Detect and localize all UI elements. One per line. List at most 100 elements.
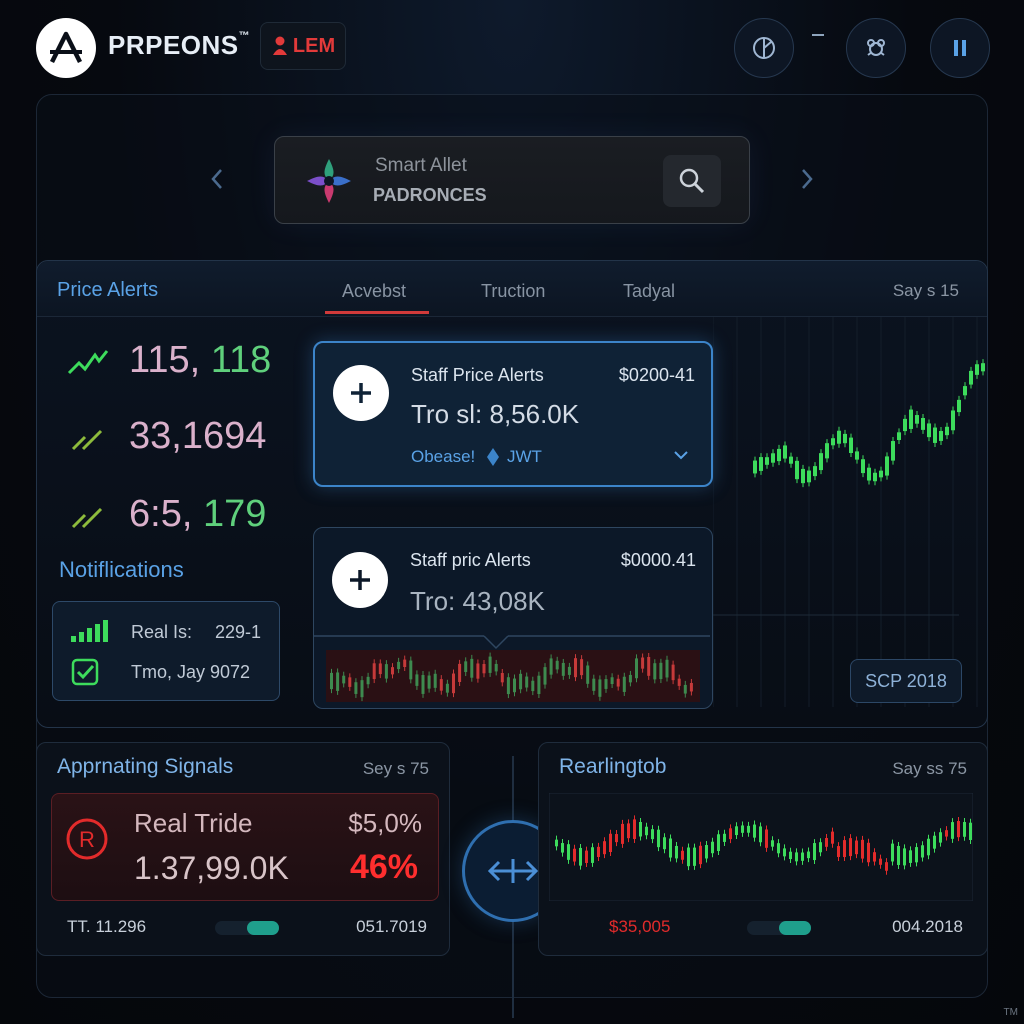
notification-label-1: Real Is: (131, 622, 193, 642)
candle (633, 819, 636, 839)
trade-top-pct: $5,0% (348, 808, 422, 838)
app-logo[interactable] (36, 18, 96, 78)
add-alert-button-2[interactable] (332, 552, 388, 608)
candle (421, 675, 425, 694)
plus-icon (351, 383, 371, 403)
candle (981, 363, 985, 372)
candle (391, 667, 394, 675)
candle (789, 851, 792, 860)
candle (963, 386, 967, 396)
candle (921, 845, 924, 858)
candle (561, 662, 565, 676)
card-1-value: Tro sl: 8,56.0K (411, 399, 580, 429)
price-row-2: 33,1694 (67, 415, 266, 458)
scp-badge[interactable]: SCP 2018 (850, 659, 962, 703)
notifications-title: Notiflications (59, 557, 184, 582)
chart-toggle[interactable] (747, 921, 811, 935)
candle (807, 851, 810, 859)
smart-alert-search[interactable]: Smart Allet PADRONCES (274, 136, 750, 224)
settings-button[interactable] (846, 18, 906, 78)
candle (729, 828, 732, 840)
candle (711, 841, 714, 854)
pause-icon (954, 40, 966, 56)
card-2-amount: $0000.41 (620, 550, 696, 570)
candle (867, 467, 871, 481)
price-3-left: 6:5, (129, 493, 193, 535)
price-1-left: 115, (129, 339, 201, 381)
header-separator (812, 34, 824, 36)
candle (945, 426, 949, 436)
tab-tadyal[interactable]: Tadyal (623, 281, 675, 302)
notification-card[interactable]: Real Is: 229-1 Tmo, Jay 9072 (52, 601, 280, 701)
candle (445, 683, 449, 693)
candle (555, 660, 559, 670)
realtime-chart-panel: Rearlingtob Say ss 75 $35,005 004.2018 (538, 742, 988, 956)
candle (671, 664, 675, 681)
arrow-up-right-icon (71, 507, 103, 529)
record-r-icon: R (66, 818, 108, 860)
tab-truction[interactable]: Truction (481, 281, 545, 302)
candle (458, 663, 462, 682)
candle (909, 850, 912, 863)
candle (837, 430, 841, 444)
candle (879, 858, 882, 865)
candle (717, 834, 720, 852)
panel-title: Price Alerts (57, 279, 159, 301)
candle (592, 678, 596, 691)
candle (598, 679, 602, 697)
candle (579, 847, 582, 866)
candle (531, 680, 535, 692)
candle (777, 843, 780, 854)
signal-bars-icon (71, 620, 108, 642)
signals-footer-left: TT. 11.296 (67, 917, 147, 936)
candle (867, 842, 870, 863)
candle (795, 460, 799, 480)
trade-pct: 46% (349, 848, 418, 886)
candle (819, 842, 822, 853)
compass-button[interactable] (734, 18, 794, 78)
price-alert-card-2[interactable]: Staff pric Alerts $0000.41 Tro: 43,08K (313, 527, 713, 709)
candle (819, 453, 823, 471)
candle (574, 658, 577, 678)
candle (873, 852, 876, 862)
candle (813, 466, 817, 477)
candle (669, 838, 672, 858)
trade-value: 1.37,99.0K (134, 850, 289, 886)
signals-toggle[interactable] (215, 921, 279, 935)
signals-right-label: Sey s 75 (362, 759, 429, 778)
price-1-right: 118 (210, 339, 272, 381)
search-icon (679, 168, 705, 194)
candle (765, 457, 769, 465)
chart-panel-title: Rearlingtob (559, 755, 667, 778)
price-alert-card-1[interactable]: Staff Price Alerts $0200-41 Tro sl: 8,56… (313, 341, 713, 487)
candle (433, 673, 437, 688)
candle (555, 839, 558, 847)
next-arrow[interactable] (798, 166, 816, 199)
candle (939, 832, 942, 843)
candle (628, 674, 632, 683)
tab-acvebst[interactable]: Acvebst (342, 281, 406, 302)
search-button[interactable] (663, 155, 721, 207)
horizontal-arrows-icon (487, 859, 539, 883)
candle (604, 679, 608, 689)
candle (843, 840, 846, 858)
candle (753, 824, 756, 838)
candle (837, 846, 840, 857)
candle (610, 677, 614, 685)
candle (683, 684, 687, 694)
candle (927, 423, 931, 438)
chevron-down-icon[interactable] (673, 449, 689, 461)
candle (861, 459, 865, 474)
prev-arrow[interactable] (208, 166, 226, 199)
real-trade-card[interactable]: R Real Tride $5,0% 1.37,99.0K 46% (51, 793, 439, 901)
pause-button[interactable] (930, 18, 990, 78)
chart-panel-right-label: Say ss 75 (892, 759, 967, 778)
candle (409, 660, 413, 680)
add-alert-button-1[interactable] (333, 365, 389, 421)
candle (651, 829, 654, 840)
candle (771, 840, 774, 847)
candle (735, 826, 738, 836)
lem-badge[interactable]: LEM (260, 22, 346, 70)
candle (537, 675, 541, 695)
candle (384, 664, 388, 679)
